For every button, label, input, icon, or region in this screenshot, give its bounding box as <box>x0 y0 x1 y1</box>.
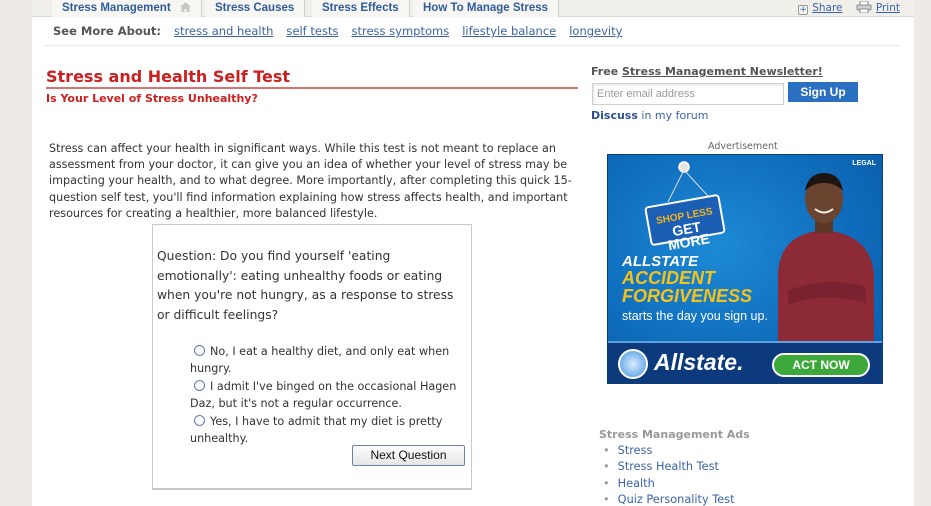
tab-label: Stress Causes <box>215 2 295 14</box>
intro-paragraph: Stress can affect your health in signifi… <box>49 142 572 220</box>
quiz-options: No, I eat a healthy diet, and only eat w… <box>190 343 470 447</box>
discuss-rest: in my forum <box>637 109 709 122</box>
title-divider <box>46 87 578 89</box>
discuss-bold: Discuss <box>591 109 638 122</box>
allstate-ad-banner[interactable]: LEGAL SHOP LESS GET MORE ALLSTATE ACCIDE… <box>607 154 883 384</box>
tab-label: How To Manage Stress <box>423 2 549 14</box>
option-label: Yes, I have to admit that my diet is pre… <box>190 414 443 446</box>
home-icon <box>179 1 191 12</box>
tab-how-to-manage-stress[interactable]: How To Manage Stress <box>413 0 560 17</box>
ad-link-health[interactable]: Health <box>603 476 735 492</box>
ad-headline-accident: ACCIDENT <box>622 268 715 288</box>
print-link[interactable]: Print <box>876 2 900 14</box>
quiz-box: Question: Do you find yourself 'eating e… <box>152 224 472 490</box>
quiz-question: Question: Do you find yourself 'eating e… <box>157 249 454 322</box>
see-more-link-stress-and-health[interactable]: stress and health <box>174 24 273 38</box>
ad-headline-2: ACCIDENT FORGIVENESS <box>622 269 752 305</box>
see-more-bar: See More About: stress and health self tes… <box>44 24 900 46</box>
radio-button[interactable] <box>194 345 205 356</box>
page-title: Stress and Health Self Test <box>46 67 291 86</box>
allstate-hands-logo-icon <box>618 349 648 379</box>
see-more-link-self-tests[interactable]: self tests <box>286 24 338 38</box>
see-more-link-stress-symptoms[interactable]: stress symptoms <box>351 24 449 38</box>
ads-section-title: Stress Management Ads <box>599 428 750 441</box>
ad-link-quiz-personality-test[interactable]: Quiz Personality Test <box>603 492 735 506</box>
share-link[interactable]: Share <box>812 2 842 14</box>
tab-label: Stress Effects <box>322 2 399 14</box>
ad-subtext: starts the day you sign up. <box>622 309 768 323</box>
page-content: Stress Management Stress Causes Stress E… <box>32 0 914 506</box>
see-more-link-longevity[interactable]: longevity <box>569 24 622 38</box>
tab-stress-causes[interactable]: Stress Causes <box>205 0 306 17</box>
ad-headline-forgiveness: FORGIVENESS <box>622 286 753 306</box>
quiz-option-1[interactable]: No, I eat a healthy diet, and only eat w… <box>190 343 470 378</box>
ad-brand-name: Allstate. <box>654 349 744 375</box>
print-icon[interactable] <box>856 0 872 14</box>
quiz-option-3[interactable]: Yes, I have to admit that my diet is pre… <box>190 413 470 448</box>
share-icon[interactable]: + <box>798 5 809 15</box>
radio-button[interactable] <box>194 414 205 426</box>
ad-footer-bar: Allstate. ACT NOW <box>608 341 882 383</box>
quiz-option-2[interactable]: I admit I've binged on the occasional Ha… <box>190 378 470 413</box>
email-input[interactable] <box>592 83 784 105</box>
newsletter-link[interactable]: Stress Management Newsletter! <box>622 65 823 78</box>
newsletter-heading: Free Stress Management Newsletter! <box>591 65 823 78</box>
top-nav: Stress Management Stress Causes Stress E… <box>32 0 914 17</box>
tab-stress-management[interactable]: Stress Management <box>52 0 202 17</box>
newsletter-prefix: Free <box>591 65 619 78</box>
ad-link-stress-health-test[interactable]: Stress Health Test <box>603 459 735 475</box>
radio-button[interactable] <box>194 379 205 391</box>
share-print-tools: + Share Print <box>798 0 900 15</box>
see-more-link-lifestyle-balance[interactable]: lifestyle balance <box>462 24 556 38</box>
option-label: No, I eat a healthy diet, and only eat w… <box>190 345 450 376</box>
tab-stress-effects[interactable]: Stress Effects <box>312 0 410 17</box>
ads-links-list: Stress Stress Health Test Health Quiz Pe… <box>603 443 735 506</box>
page-subtitle: Is Your Level of Stress Unhealthy? <box>46 92 258 105</box>
see-more-label: See More About: <box>53 24 162 38</box>
act-now-button[interactable]: ACT NOW <box>772 353 870 377</box>
shop-less-sign: SHOP LESS GET MORE <box>644 193 726 253</box>
option-label: I admit I've binged on the occasional Ha… <box>190 379 457 411</box>
next-question-button[interactable]: Next Question <box>352 445 465 466</box>
tab-label: Stress Management <box>62 2 171 14</box>
spokesperson-image <box>778 173 874 343</box>
ad-link-stress[interactable]: Stress <box>603 443 735 459</box>
sign-up-button[interactable]: Sign Up <box>788 82 858 102</box>
advertisement-label: Advertisement <box>708 141 778 152</box>
discuss-forum-link[interactable]: Discuss in my forum <box>591 109 708 122</box>
